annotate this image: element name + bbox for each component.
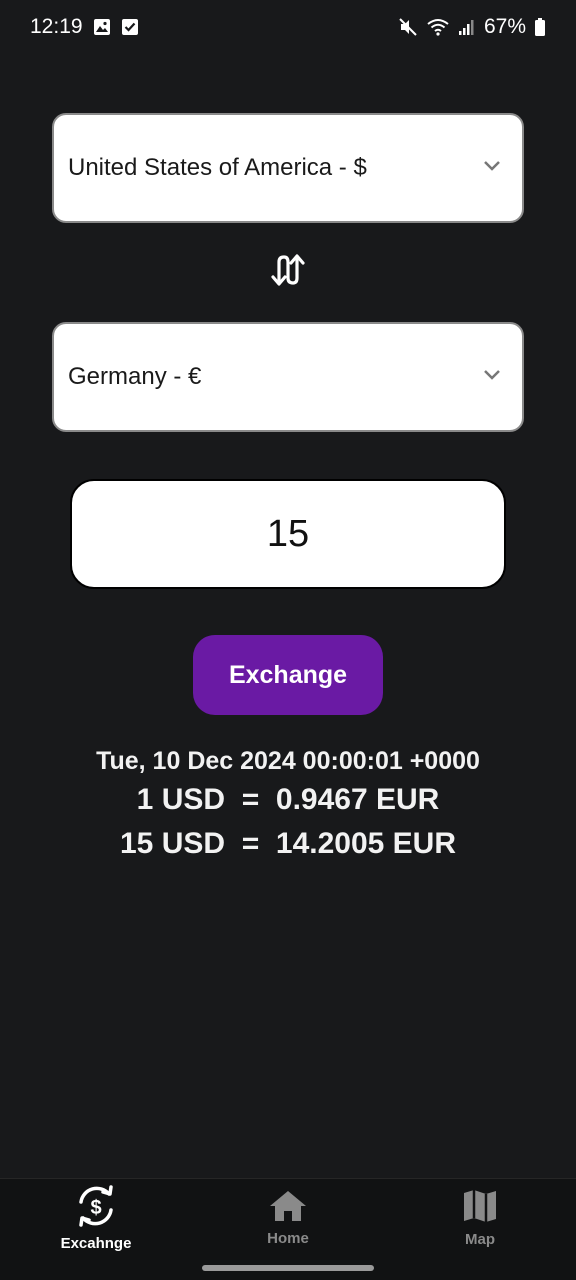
nav-label-home: Home [267, 1229, 309, 1247]
map-icon [461, 1188, 499, 1229]
battery-icon [534, 18, 546, 36]
to-currency-value: Germany - € [68, 363, 202, 390]
nav-item-home[interactable]: Home [192, 1179, 384, 1257]
status-time: 12:19 [30, 15, 83, 38]
status-left: 12:19 [30, 15, 139, 39]
chevron-down-icon [482, 368, 502, 386]
amount-field [70, 479, 506, 589]
status-bar: 12:19 67% [0, 0, 576, 54]
home-indicator[interactable] [202, 1265, 374, 1271]
battery-percent: 67% [483, 15, 526, 38]
signal-icon [458, 18, 476, 36]
from-currency-value: United States of America - $ [68, 154, 367, 181]
chevron-down-icon [482, 159, 502, 177]
swap-vertical-icon [269, 253, 307, 292]
nav-label-exchange: Excahnge [60, 1234, 132, 1252]
result-date: Tue, 10 Dec 2024 00:00:01 +0000 [96, 747, 480, 775]
home-icon [268, 1189, 308, 1228]
nav-item-exchange[interactable]: $ Excahnge [0, 1179, 192, 1257]
exchange-result: Tue, 10 Dec 2024 00:00:01 +0000 1 USD = … [0, 744, 576, 866]
checkbox-icon [121, 18, 139, 36]
status-right: 67% [398, 15, 546, 39]
rate-line: 1 USD = 0.9467 EUR [136, 783, 440, 816]
app-screen: 12:19 67% United States of America - $ G… [0, 0, 576, 1280]
bottom-navigation: $ Excahnge Home Map [0, 1178, 576, 1256]
mute-icon [398, 17, 418, 37]
amount-input[interactable] [72, 481, 504, 587]
currency-exchange-icon: $ [73, 1184, 119, 1233]
wifi-icon [426, 17, 450, 37]
from-currency-select[interactable]: United States of America - $ [52, 113, 524, 223]
exchange-button[interactable]: Exchange [193, 635, 383, 715]
nav-label-map: Map [465, 1230, 495, 1248]
to-currency-select[interactable]: Germany - € [52, 322, 524, 432]
nav-item-map[interactable]: Map [384, 1179, 576, 1257]
swap-currencies-button[interactable] [268, 252, 308, 292]
gallery-icon [93, 18, 111, 36]
svg-text:$: $ [90, 1197, 101, 1219]
converted-line: 15 USD = 14.2005 EUR [119, 827, 457, 860]
